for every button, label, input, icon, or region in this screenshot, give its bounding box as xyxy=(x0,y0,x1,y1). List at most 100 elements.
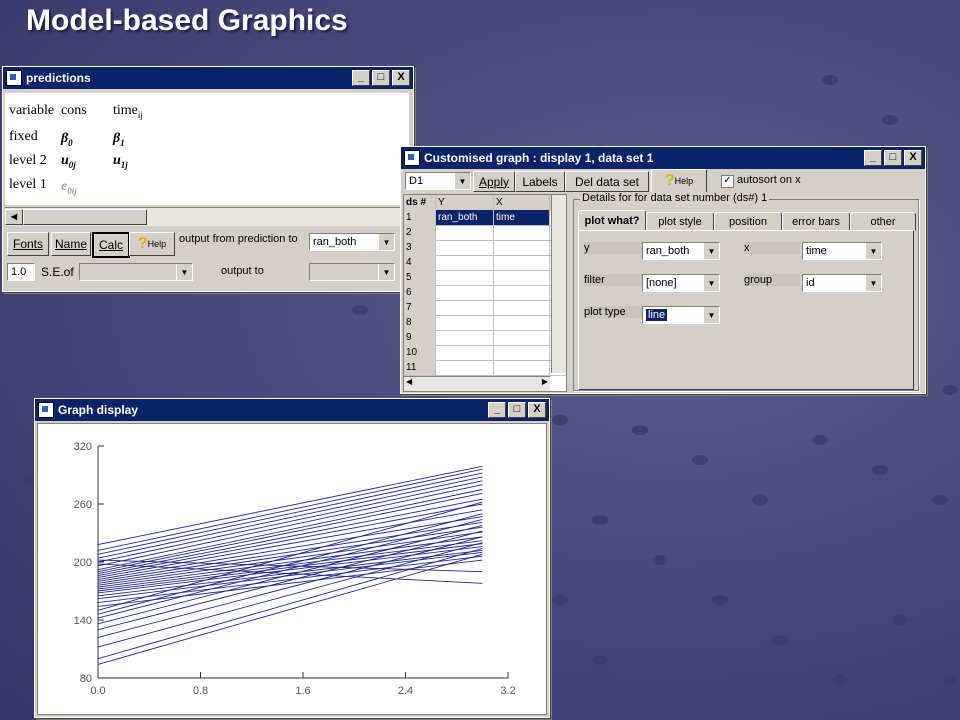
cell-x[interactable] xyxy=(494,285,550,300)
cell-y[interactable] xyxy=(436,285,494,300)
cell-y[interactable] xyxy=(436,315,494,330)
grid-horizontal-scrollbar[interactable]: ◀ ▶ xyxy=(404,376,550,391)
se-of-select[interactable]: ▼ xyxy=(79,263,193,281)
series-line[interactable] xyxy=(97,480,483,563)
table-row[interactable]: 8 xyxy=(404,315,566,331)
scroll-right-icon[interactable]: ▶ xyxy=(542,377,548,386)
calc-button[interactable]: Calc xyxy=(92,232,130,258)
chevron-down-icon[interactable]: ▼ xyxy=(703,243,719,259)
cell-y[interactable]: ran_both xyxy=(436,210,494,225)
cell-y[interactable] xyxy=(436,270,494,285)
horizontal-scrollbar[interactable]: ◀ xyxy=(5,207,409,226)
tab-plot-what[interactable]: plot what? xyxy=(578,210,646,231)
table-row[interactable]: 10 xyxy=(404,345,566,361)
y-select[interactable]: ran_both ▼ xyxy=(642,242,720,260)
chevron-down-icon[interactable]: ▼ xyxy=(703,275,719,291)
minimize-button[interactable]: _ xyxy=(488,402,506,418)
table-row[interactable]: 6 xyxy=(404,285,566,301)
cell-y[interactable] xyxy=(436,345,494,360)
tab-plot-style[interactable]: plot style xyxy=(646,212,714,231)
filter-select[interactable]: [none] ▼ xyxy=(642,274,720,292)
cell-x[interactable] xyxy=(494,360,550,375)
chevron-down-icon[interactable]: ▼ xyxy=(703,307,719,323)
maximize-button[interactable]: □ xyxy=(884,150,902,166)
cell-y[interactable] xyxy=(436,225,494,240)
u1j-term[interactable]: u1j xyxy=(113,153,128,170)
series-line[interactable] xyxy=(97,551,483,600)
help-button[interactable]: ? Help xyxy=(129,232,175,256)
group-select[interactable]: id ▼ xyxy=(802,274,882,292)
series-line[interactable] xyxy=(97,489,483,571)
table-row[interactable]: 2 xyxy=(404,225,566,241)
minimize-button[interactable]: _ xyxy=(352,70,370,86)
table-row[interactable]: 5 xyxy=(404,270,566,286)
cell-x[interactable] xyxy=(494,255,550,270)
scroll-left-icon[interactable]: ◀ xyxy=(406,377,412,386)
cell-y[interactable] xyxy=(436,240,494,255)
e0ij-term[interactable]: e0ij xyxy=(61,179,77,196)
del-data-set-button[interactable]: Del data set xyxy=(565,171,649,192)
data-set-grid[interactable]: ds # Y X 1 ran_both time 2 3 4 5 6 7 8 9 10 11 ◀ ▶ xyxy=(403,194,567,392)
cell-x[interactable] xyxy=(494,225,550,240)
chevron-down-icon[interactable]: ▼ xyxy=(865,243,881,259)
cell-x[interactable] xyxy=(494,240,550,255)
table-row[interactable]: 1 ran_both time xyxy=(404,210,566,226)
table-row[interactable]: 7 xyxy=(404,300,566,316)
customised-graph-titlebar[interactable]: Customised graph : display 1, data set 1… xyxy=(401,147,925,169)
x-select[interactable]: time ▼ xyxy=(802,242,882,260)
chevron-down-icon[interactable]: ▼ xyxy=(378,264,394,280)
u0j-term[interactable]: u0j xyxy=(61,153,76,170)
tab-error-bars[interactable]: error bars xyxy=(782,212,850,231)
plot-type-select[interactable]: line ▼ xyxy=(642,306,720,324)
cell-y[interactable] xyxy=(436,330,494,345)
scroll-thumb[interactable] xyxy=(23,209,147,225)
cell-x[interactable] xyxy=(494,300,550,315)
cell-x[interactable] xyxy=(494,270,550,285)
table-row[interactable]: 11 xyxy=(404,360,566,376)
table-row[interactable]: 4 xyxy=(404,255,566,271)
chevron-down-icon[interactable]: ▼ xyxy=(454,173,470,189)
name-button[interactable]: Name xyxy=(51,232,91,256)
series-line[interactable] xyxy=(97,549,483,597)
scroll-left-icon[interactable]: ◀ xyxy=(5,209,23,225)
beta1-term[interactable]: β1 xyxy=(113,131,125,148)
cell-x[interactable] xyxy=(494,330,550,345)
cell-x[interactable]: time xyxy=(494,210,550,225)
close-button[interactable]: X xyxy=(392,70,410,86)
maximize-button[interactable]: □ xyxy=(372,70,390,86)
display-select[interactable]: D1 ▼ xyxy=(405,172,471,190)
predictions-titlebar[interactable]: predictions _ □ X xyxy=(3,67,413,89)
apply-button[interactable]: Apply xyxy=(473,171,515,192)
autosort-checkbox[interactable]: ✓ xyxy=(721,175,734,188)
series-line[interactable] xyxy=(97,472,483,555)
minimize-button[interactable]: _ xyxy=(864,150,882,166)
cell-y[interactable] xyxy=(436,255,494,270)
grid-vertical-scrollbar[interactable] xyxy=(551,195,566,373)
line-chart[interactable]: 80 140 200 260 320 0.0 0.8 1.6 2.4 3.2 xyxy=(38,424,546,714)
cell-y[interactable] xyxy=(436,300,494,315)
close-button[interactable]: X xyxy=(904,150,922,166)
cell-x[interactable] xyxy=(494,345,550,360)
table-row[interactable]: 9 xyxy=(404,330,566,346)
header-time[interactable]: timeij xyxy=(113,103,143,120)
header-cons[interactable]: cons xyxy=(61,103,87,119)
close-button[interactable]: X xyxy=(528,402,546,418)
output-from-select[interactable]: ran_both ▼ xyxy=(309,233,395,251)
cell-x[interactable] xyxy=(494,315,550,330)
beta0-term[interactable]: β0 xyxy=(61,131,73,148)
table-row[interactable]: 3 xyxy=(404,240,566,256)
fonts-button[interactable]: Fonts xyxy=(7,232,49,256)
tab-other[interactable]: other xyxy=(850,212,916,231)
output-to-select[interactable]: ▼ xyxy=(309,263,395,281)
maximize-button[interactable]: □ xyxy=(508,402,526,418)
value-input[interactable]: 1.0 xyxy=(7,263,35,281)
chevron-down-icon[interactable]: ▼ xyxy=(865,275,881,291)
graph-display-titlebar[interactable]: Graph display _ □ X xyxy=(35,399,549,421)
series-line[interactable] xyxy=(97,501,483,611)
chevron-down-icon[interactable]: ▼ xyxy=(378,234,394,250)
cell-y[interactable] xyxy=(436,360,494,375)
series-line[interactable] xyxy=(97,468,483,551)
tab-position[interactable]: position xyxy=(714,212,782,231)
labels-button[interactable]: Labels xyxy=(515,171,565,192)
series-line[interactable] xyxy=(97,513,483,615)
